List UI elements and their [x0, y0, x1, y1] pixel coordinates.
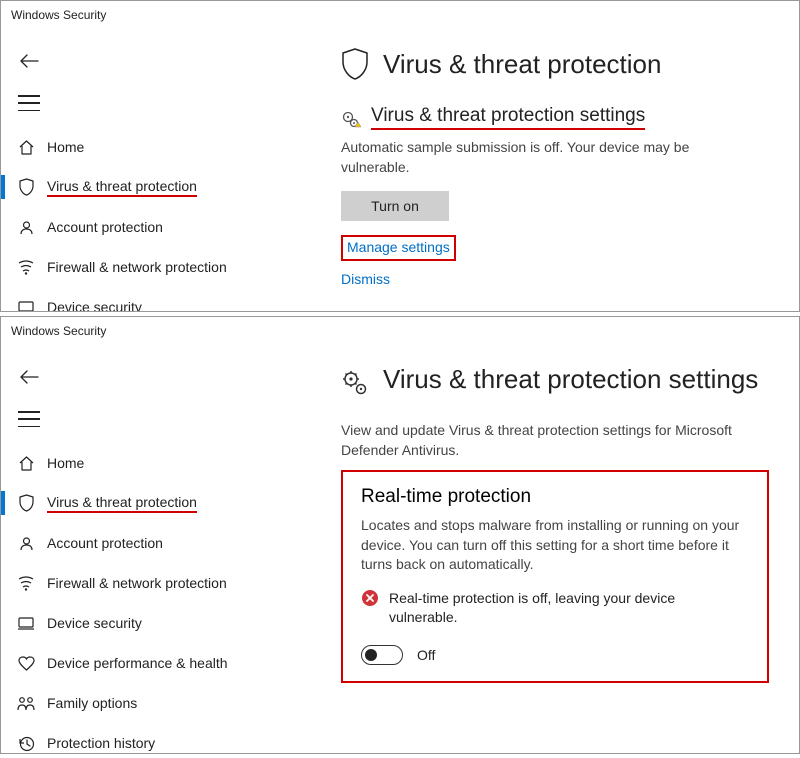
menu-button[interactable] [15, 409, 43, 429]
back-button[interactable] [15, 363, 43, 391]
turn-on-button[interactable]: Turn on [341, 191, 449, 221]
window-security-2: Windows Security Home Virus & threat pro… [0, 316, 800, 754]
page-title: Virus & threat protection settings [383, 363, 758, 396]
sidebar: Home Virus & threat protection Account p… [1, 345, 331, 754]
back-button[interactable] [15, 47, 43, 75]
nav-device-performance[interactable]: Device performance & health [1, 643, 331, 683]
shield-icon [15, 178, 37, 196]
nav-label: Home [47, 455, 84, 471]
content-pane: Virus & threat protection settings View … [331, 345, 799, 754]
nav-label: Firewall & network protection [47, 575, 227, 591]
manage-settings-link[interactable]: Manage settings [347, 239, 450, 255]
window-security-1: Windows Security Home Virus & threat pro… [0, 0, 800, 312]
account-icon [15, 535, 37, 552]
nav-firewall[interactable]: Firewall & network protection [1, 247, 331, 287]
nav-list: Home Virus & threat protection Account p… [1, 443, 331, 754]
nav-account-protection[interactable]: Account protection [1, 207, 331, 247]
back-arrow-icon [19, 370, 39, 384]
nav-account-protection[interactable]: Account protection [1, 523, 331, 563]
realtime-protection-card: Real-time protection Locates and stops m… [341, 470, 769, 683]
window-title: Windows Security [11, 324, 106, 338]
gears-warn-icon [341, 110, 361, 130]
nav-firewall[interactable]: Firewall & network protection [1, 563, 331, 603]
gears-icon [341, 369, 369, 397]
home-icon [15, 139, 37, 156]
card-title: Real-time protection [361, 486, 749, 508]
nav-label: Family options [47, 695, 137, 711]
family-icon [15, 695, 37, 711]
nav-device-security[interactable]: Device security [1, 603, 331, 643]
nav-label: Home [47, 139, 84, 155]
nav-list: Home Virus & threat protection Account p… [1, 127, 331, 312]
content-pane: Virus & threat protection Virus & threat… [331, 29, 799, 312]
back-arrow-icon [19, 54, 39, 68]
alert-row: Real-time protection is off, leaving you… [361, 589, 749, 627]
nav-label: Device security [47, 615, 142, 631]
nav-label: Account protection [47, 535, 163, 551]
toggle-label: Off [417, 647, 435, 663]
nav-virus-threat[interactable]: Virus & threat protection [1, 167, 331, 207]
title-bar: Windows Security [1, 1, 799, 29]
history-icon [15, 735, 37, 752]
section-title: Virus & threat protection settings [371, 105, 645, 130]
section-body: Automatic sample submission is off. Your… [341, 138, 761, 177]
sidebar: Home Virus & threat protection Account p… [1, 29, 331, 312]
alert-message: Real-time protection is off, leaving you… [389, 589, 729, 627]
nav-protection-history[interactable]: Protection history [1, 723, 331, 754]
nav-family-options[interactable]: Family options [1, 683, 331, 723]
nav-label: Firewall & network protection [47, 259, 227, 275]
account-icon [15, 219, 37, 236]
nav-label: Virus & threat protection [47, 494, 197, 513]
shield-icon [15, 494, 37, 512]
heart-icon [15, 656, 37, 671]
network-icon [15, 260, 37, 275]
nav-home[interactable]: Home [1, 443, 331, 483]
page-title: Virus & threat protection [383, 49, 661, 80]
menu-button[interactable] [15, 93, 43, 113]
title-bar: Windows Security [1, 317, 799, 345]
nav-label: Device security [47, 299, 142, 312]
nav-label: Protection history [47, 735, 155, 751]
page-subtitle: View and update Virus & threat protectio… [341, 421, 761, 460]
window-title: Windows Security [11, 8, 106, 22]
nav-home[interactable]: Home [1, 127, 331, 167]
nav-device-security[interactable]: Device security [1, 287, 331, 312]
device-icon [15, 300, 37, 312]
error-icon [361, 589, 379, 607]
shield-large-icon [341, 47, 369, 81]
nav-label: Device performance & health [47, 655, 228, 671]
nav-virus-threat[interactable]: Virus & threat protection [1, 483, 331, 523]
nav-label: Account protection [47, 219, 163, 235]
card-body: Locates and stops malware from installin… [361, 516, 749, 575]
dismiss-link[interactable]: Dismiss [341, 271, 390, 287]
device-icon [15, 616, 37, 630]
home-icon [15, 455, 37, 472]
realtime-toggle[interactable] [361, 645, 403, 665]
nav-label: Virus & threat protection [47, 178, 197, 197]
network-icon [15, 576, 37, 591]
